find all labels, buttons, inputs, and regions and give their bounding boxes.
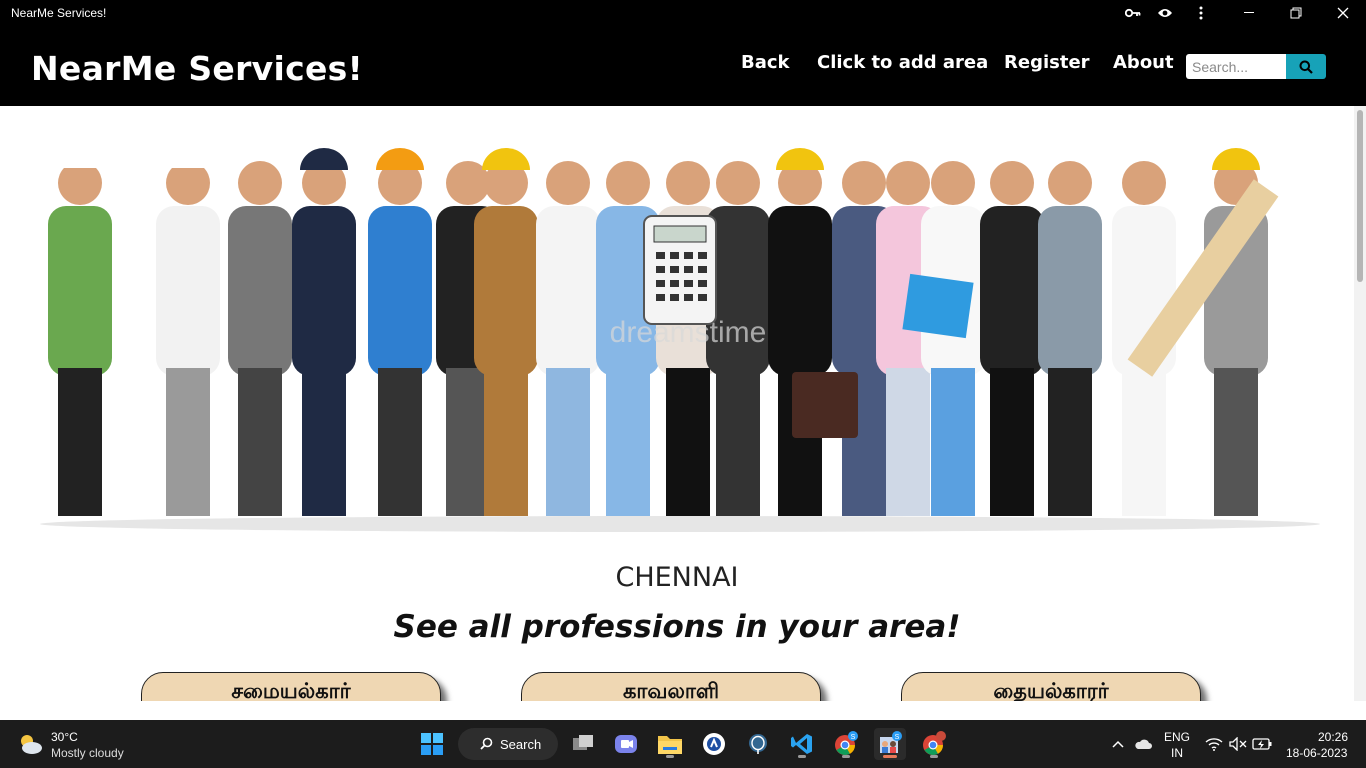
scrollbar-thumb[interactable] (1357, 110, 1363, 282)
main-content: dreamstime CHENNAI See all professions i… (0, 106, 1354, 701)
clock-time[interactable]: 20:26 (1318, 730, 1348, 744)
person-torso (768, 206, 832, 376)
vscode-icon[interactable] (786, 728, 818, 760)
person-torso (474, 206, 538, 376)
battery-charging-icon[interactable] (1246, 728, 1278, 760)
weather-cloudy-icon[interactable] (14, 728, 46, 760)
teams-chat-icon[interactable] (610, 728, 642, 760)
svg-text:S: S (895, 734, 900, 741)
browser-app-icon[interactable] (698, 728, 730, 760)
person-head (606, 161, 650, 205)
key-icon[interactable] (1115, 0, 1151, 26)
person-head (990, 161, 1034, 205)
language-indicator[interactable]: ENG (1164, 730, 1190, 744)
person-legs (1122, 368, 1166, 516)
person-torso (980, 206, 1044, 376)
person-legs (666, 368, 710, 516)
weather-temperature[interactable]: 30°C (51, 730, 78, 744)
person-legs (166, 368, 210, 516)
profession-button-watchman[interactable]: காவலாளி (521, 672, 821, 701)
person-legs (606, 368, 650, 516)
running-indicator (798, 755, 806, 758)
professionals-banner-image: dreamstime (28, 128, 1332, 532)
person-legs (484, 368, 528, 516)
chrome-icon[interactable] (918, 728, 950, 760)
person-head (1048, 161, 1092, 205)
person-legs (931, 368, 975, 516)
active-indicator (883, 755, 897, 758)
windows-taskbar: 30°C Mostly cloudy Search S S ENG IN 20:… (0, 720, 1366, 768)
running-indicator (666, 755, 674, 758)
person-head (842, 161, 886, 205)
person-head (546, 161, 590, 205)
chrome-profile-icon[interactable]: S (830, 728, 862, 760)
person-legs (446, 368, 490, 516)
person-torso (1038, 206, 1102, 376)
nav-link-about[interactable]: About (1113, 52, 1174, 73)
profession-button-tailor[interactable]: தையல்காரர் (901, 672, 1201, 701)
person-torso (536, 206, 600, 376)
tagline-heading: See all professions in your area! (393, 609, 961, 645)
window-title: NearMe Services! (11, 6, 107, 20)
weather-description[interactable]: Mostly cloudy (51, 746, 124, 760)
search-input[interactable] (1186, 54, 1286, 79)
person-legs (302, 368, 346, 516)
running-indicator (842, 755, 850, 758)
person-legs (546, 368, 590, 516)
site-navbar: NearMe Services! Back Click to add area … (0, 26, 1366, 106)
svg-text:dreamstime: dreamstime (610, 316, 767, 349)
clock-date[interactable]: 18-06-2023 (1286, 746, 1347, 760)
person-legs (1214, 368, 1258, 516)
city-heading: CHENNAI (615, 562, 739, 593)
person-legs (238, 368, 282, 516)
running-indicator (930, 755, 938, 758)
person-torso (368, 206, 432, 376)
person-legs (378, 368, 422, 516)
svg-text:S: S (851, 734, 856, 741)
region-indicator[interactable]: IN (1171, 746, 1183, 760)
profession-button-cook[interactable]: சமையல்கார் (141, 672, 441, 701)
nav-link-add-area[interactable]: Click to add area (817, 52, 988, 73)
brand-logo-text[interactable]: NearMe Services! (31, 49, 363, 88)
person-torso (228, 206, 292, 376)
eye-icon[interactable] (1147, 0, 1183, 26)
person-head (886, 161, 930, 205)
person-torso (156, 206, 220, 376)
file-explorer-icon[interactable] (654, 728, 686, 760)
onedrive-cloud-icon[interactable] (1127, 728, 1159, 760)
person-legs (58, 368, 102, 516)
more-options-icon[interactable] (1183, 0, 1219, 26)
page-scrollbar[interactable] (1354, 106, 1366, 701)
taskbar-search-label: Search (500, 736, 542, 752)
person-head (716, 161, 760, 205)
close-icon[interactable] (1325, 0, 1361, 26)
task-view-icon[interactable] (567, 728, 599, 760)
taskbar-search-icon (480, 737, 493, 750)
search-button[interactable] (1286, 54, 1326, 79)
person-torso (48, 206, 112, 376)
minimize-icon[interactable] (1232, 0, 1268, 26)
person-head (931, 161, 975, 205)
person-legs (990, 368, 1034, 516)
nearme-app-icon[interactable]: S (874, 728, 906, 760)
nav-link-back[interactable]: Back (741, 52, 790, 73)
windows-start-icon[interactable] (416, 728, 448, 760)
person-torso (292, 206, 356, 376)
person-head (1122, 161, 1166, 205)
person-head (238, 161, 282, 205)
postgresql-icon[interactable] (742, 728, 774, 760)
restore-icon[interactable] (1278, 0, 1314, 26)
nav-link-register[interactable]: Register (1004, 52, 1090, 73)
search-icon (1299, 60, 1313, 74)
window-title-bar: NearMe Services! (0, 0, 1366, 26)
taskbar-search[interactable]: Search (458, 728, 558, 760)
person-legs (886, 368, 930, 516)
person-legs (716, 368, 760, 516)
person-head (666, 161, 710, 205)
person-legs (1048, 368, 1092, 516)
